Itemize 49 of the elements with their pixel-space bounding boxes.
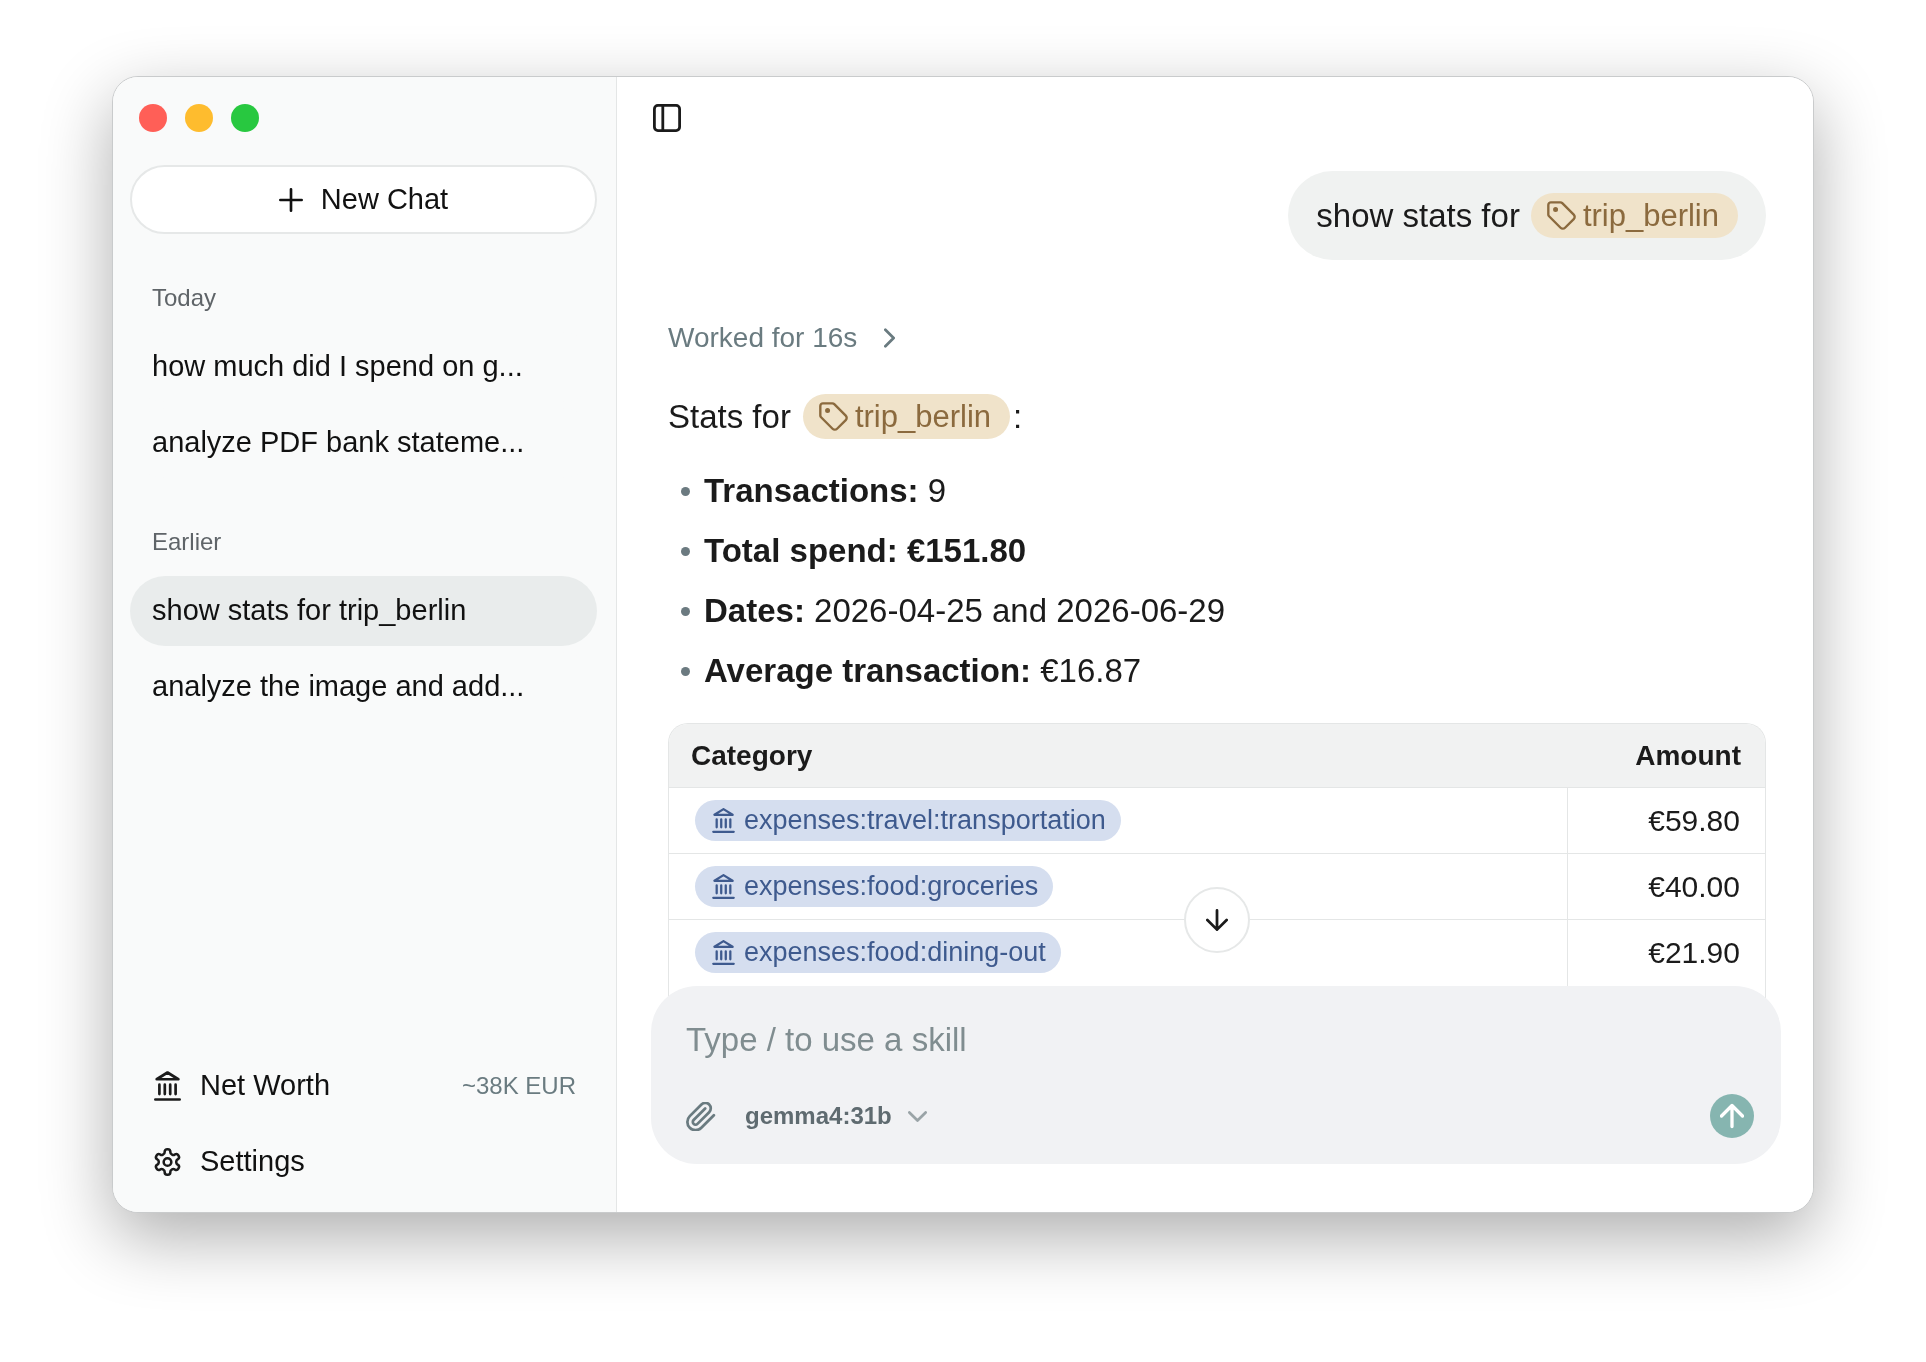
- bullet-icon: [681, 666, 690, 676]
- table-cell: €59.80: [1567, 788, 1765, 853]
- maximize-button[interactable]: [231, 104, 259, 132]
- paperclip-icon[interactable]: [686, 1101, 716, 1131]
- bank-icon: [712, 940, 735, 965]
- model-selector[interactable]: gemma4:31b: [745, 1098, 927, 1134]
- plus-icon: [278, 187, 303, 212]
- table-cell: €21.90: [1567, 920, 1765, 985]
- message-input[interactable]: Type / to use a skill: [686, 1018, 1746, 1062]
- heading-text: Stats for: [668, 396, 791, 437]
- net-worth-item[interactable]: Net Worth ~38K EUR: [130, 1051, 597, 1121]
- stat-item: Dates: 2026-04-25 and 2026-06-29: [704, 591, 1226, 632]
- tag-icon: [818, 402, 848, 431]
- new-chat-button[interactable]: New Chat: [130, 165, 597, 234]
- category-label: expenses:travel:transportation: [744, 804, 1106, 838]
- stat-item: Average transaction: €16.87: [704, 651, 1142, 692]
- tag-icon: [1546, 201, 1576, 230]
- section-label: Today: [151, 283, 218, 313]
- chevron-right-icon: [884, 328, 896, 348]
- net-worth-value: ~38K EUR: [461, 1071, 576, 1101]
- tag-label: trip_berlin: [1582, 196, 1719, 235]
- stat-item: Transactions: 9: [704, 471, 947, 512]
- table-cell: €40.00: [1567, 854, 1765, 919]
- category-label: expenses:food:groceries: [744, 870, 1039, 904]
- heading-colon: :: [1013, 396, 1023, 437]
- category-label: expenses:food:dining-out: [744, 936, 1046, 970]
- worked-for-toggle[interactable]: Worked for 16s: [668, 320, 896, 356]
- bank-icon: [712, 808, 735, 833]
- section-label: Earlier: [151, 527, 223, 557]
- bullet-icon: [681, 486, 690, 496]
- bank-icon: [154, 1071, 181, 1101]
- column-header: Amount: [1634, 738, 1742, 773]
- message-text: show stats for: [1316, 195, 1520, 236]
- settings-item[interactable]: Settings: [130, 1127, 597, 1197]
- bullet-icon: [681, 546, 690, 556]
- sidebar-toggle-icon[interactable]: [653, 104, 681, 132]
- gear-icon: [154, 1148, 181, 1176]
- send-button[interactable]: [1710, 1094, 1754, 1138]
- tag-label: trip_berlin: [854, 397, 991, 436]
- chat-history-item[interactable]: show stats for trip_berlin: [130, 576, 597, 646]
- column-header: Category: [690, 738, 814, 773]
- minimize-button[interactable]: [185, 104, 213, 132]
- arrow-down-icon: [1206, 908, 1228, 932]
- chevron-down-icon: [907, 1110, 927, 1122]
- bullet-icon: [681, 606, 690, 616]
- close-button[interactable]: [139, 104, 167, 132]
- stat-item: Total spend: €151.80: [704, 531, 1027, 572]
- bank-icon: [712, 874, 735, 899]
- arrow-up-icon: [1720, 1103, 1744, 1129]
